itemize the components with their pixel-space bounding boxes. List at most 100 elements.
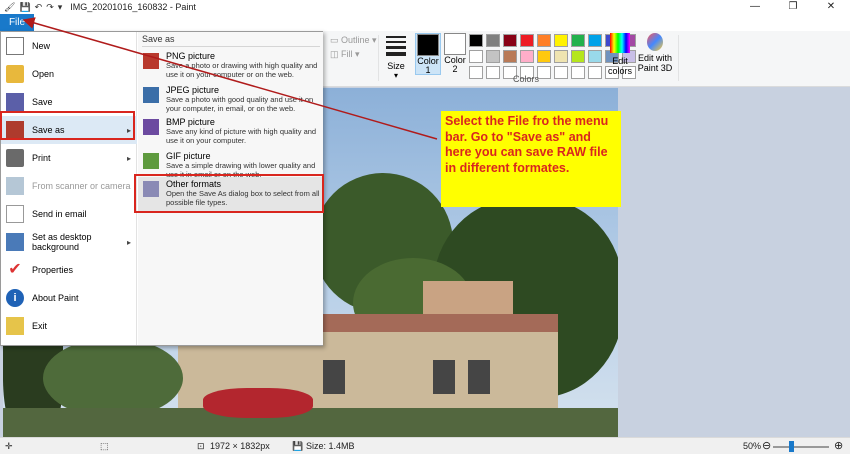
exit-icon: [6, 317, 24, 335]
menu-item-send-email[interactable]: Send in email: [1, 200, 137, 228]
image-dimensions-icon: ⊡: [197, 441, 205, 451]
palette-swatch[interactable]: [571, 66, 585, 79]
paint3d-icon: [647, 33, 663, 51]
minimize-button[interactable]: —: [736, 0, 774, 14]
option-description: Save a photo with good quality and use i…: [166, 95, 314, 113]
chevron-right-icon: ▸: [126, 237, 131, 247]
image-dimensions: 1972 × 1832px: [210, 441, 270, 451]
file-tab[interactable]: File: [0, 14, 34, 31]
edit-colors-button[interactable]: Edit colors: [604, 33, 636, 76]
close-button[interactable]: ✕: [812, 0, 850, 14]
edit-with-paint3d-button[interactable]: Edit with Paint 3D: [637, 33, 673, 73]
file-size: Size: 1.4MB: [306, 441, 355, 451]
palette-swatch[interactable]: [503, 50, 517, 63]
palette-swatch[interactable]: [520, 34, 534, 47]
cursor-position-icon: ✛: [5, 441, 13, 451]
fill-label: Fill: [341, 49, 353, 59]
palette-swatch[interactable]: [469, 50, 483, 63]
restore-button[interactable]: ❐: [774, 0, 812, 14]
menu-item-label: About Paint: [32, 293, 79, 303]
bmp-icon: [143, 119, 159, 135]
color2-label: Color 2: [444, 55, 466, 74]
palette-swatch[interactable]: [554, 66, 568, 79]
menu-item-label: Print: [32, 153, 51, 163]
zoom-out-button[interactable]: ⊖: [762, 439, 771, 452]
new-icon: [6, 37, 24, 55]
menu-item-label: New: [32, 41, 51, 51]
palette-swatch[interactable]: [469, 34, 483, 47]
size-button[interactable]: Size ▾: [384, 33, 408, 80]
title-bar: 🖌 💾 ↶ ↷ ▾ IMG_20201016_160832 - Paint — …: [0, 0, 850, 14]
zoom-level: 50%: [743, 441, 762, 451]
paint3d-label: Edit with Paint 3D: [637, 53, 673, 73]
ribbon-tab-row: File: [0, 14, 850, 31]
zoom-in-button[interactable]: ⊕: [834, 439, 843, 452]
save-as-header: Save as: [142, 34, 175, 44]
option-title: JPEG picture: [166, 85, 220, 95]
zoom-slider[interactable]: [773, 446, 829, 448]
palette-swatch[interactable]: [537, 34, 551, 47]
menu-item-from-scanner: From scanner or camera: [1, 172, 137, 200]
png-icon: [143, 53, 159, 69]
save-as-bmp[interactable]: BMP picture Save any kind of picture wit…: [138, 115, 323, 149]
color1-button[interactable]: Color 1: [415, 33, 441, 75]
menu-item-label: Set as desktop background: [32, 232, 92, 252]
print-icon: [6, 149, 24, 167]
palette-swatch[interactable]: [486, 34, 500, 47]
menu-item-about-paint[interactable]: i About Paint: [1, 284, 137, 312]
option-title: GIF picture: [166, 151, 211, 161]
palette-swatch[interactable]: [571, 50, 585, 63]
paint-app-icon: 🖌: [4, 2, 16, 12]
file-menu-list: New Open Save Save as ▸ Print ▸ From sca…: [1, 32, 137, 345]
option-description: Save a photo or drawing with high qualit…: [166, 61, 318, 79]
save-as-png[interactable]: PNG picture Save a photo or drawing with…: [138, 49, 323, 83]
menu-item-new[interactable]: New: [1, 32, 137, 60]
palette-swatch[interactable]: [571, 34, 585, 47]
quick-access-toolbar: 🖌 💾 ↶ ↷ ▾: [0, 1, 62, 13]
rainbow-icon: [610, 33, 630, 53]
colors-group-label: Colors: [513, 74, 540, 84]
desktop-icon: [6, 233, 24, 251]
outline-dropdown[interactable]: ▭ Outline ▾: [330, 35, 377, 46]
zoom-slider-thumb[interactable]: [789, 441, 794, 452]
palette-swatch[interactable]: [554, 34, 568, 47]
gif-icon: [143, 153, 159, 169]
file-size-icon: 💾: [292, 441, 304, 451]
option-title: PNG picture: [166, 51, 216, 61]
palette-swatch[interactable]: [520, 50, 534, 63]
window-title: IMG_20201016_160832 - Paint: [70, 2, 196, 12]
menu-item-properties[interactable]: ✔ Properties: [1, 256, 137, 284]
palette-swatch[interactable]: [588, 34, 602, 47]
redo-icon[interactable]: ↷: [46, 1, 54, 13]
window-controls: — ❐ ✕: [736, 0, 850, 14]
ribbon-separator: [678, 35, 679, 81]
palette-swatch[interactable]: [537, 66, 551, 79]
customize-toolbar-icon[interactable]: ▾: [58, 1, 63, 13]
palette-swatch[interactable]: [486, 50, 500, 63]
menu-item-open[interactable]: Open: [1, 60, 137, 88]
palette-swatch[interactable]: [503, 34, 517, 47]
save-as-jpeg[interactable]: JPEG picture Save a photo with good qual…: [138, 83, 323, 117]
menu-item-label: Exit: [32, 321, 48, 331]
palette-swatch[interactable]: [537, 50, 551, 63]
color2-button[interactable]: Color 2: [442, 33, 468, 74]
menu-item-desktop-background[interactable]: Set as desktop background ▸: [1, 228, 137, 256]
undo-icon[interactable]: ↶: [35, 1, 43, 13]
fill-dropdown[interactable]: ◫ Fill ▾: [330, 49, 360, 60]
menu-item-print[interactable]: Print ▸: [1, 144, 137, 172]
palette-swatch[interactable]: [554, 50, 568, 63]
palette-swatch[interactable]: [486, 66, 500, 79]
chevron-right-icon: ▸: [126, 153, 131, 163]
palette-swatch[interactable]: [469, 66, 483, 79]
scanner-icon: [6, 177, 24, 195]
save-as-highlight-box: [0, 111, 135, 140]
quick-save-icon[interactable]: 💾: [19, 1, 30, 13]
fill-icon: ◫: [330, 49, 342, 59]
email-icon: [6, 205, 24, 223]
outline-label: Outline: [341, 35, 370, 45]
option-title: BMP picture: [166, 117, 215, 127]
menu-item-exit[interactable]: Exit: [1, 312, 137, 340]
palette-swatch[interactable]: [588, 50, 602, 63]
status-bar: ✛ ⬚ ⊡ 1972 × 1832px 💾 Size: 1.4MB 50% ⊖ …: [0, 437, 850, 454]
palette-swatch[interactable]: [588, 66, 602, 79]
